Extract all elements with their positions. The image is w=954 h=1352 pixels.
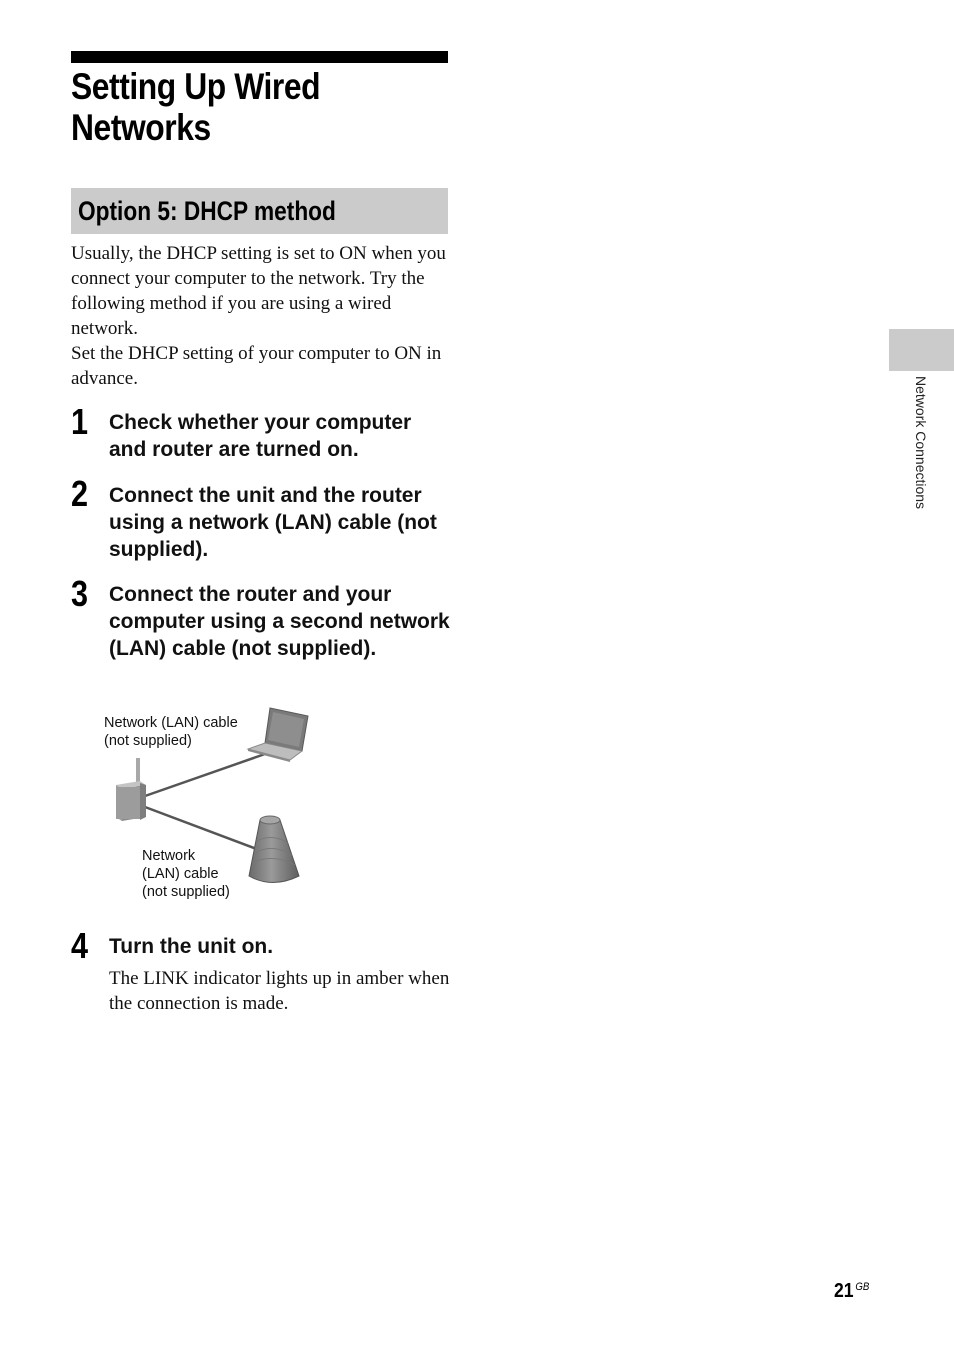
step-number: 4 [71, 925, 89, 966]
page-title-line-1: Setting Up Wired [71, 66, 321, 107]
intro-paragraph: Usually, the DHCP setting is set to ON w… [71, 243, 446, 339]
intro-text: Usually, the DHCP setting is set to ON w… [71, 241, 451, 391]
speaker-unit-icon [248, 815, 300, 883]
router-icon [116, 758, 146, 821]
cable-label-top: Network (LAN) cable (not supplied) [104, 714, 238, 750]
step-text: Connect the router and your computer usi… [109, 583, 450, 660]
label-line: Network [142, 848, 196, 864]
network-diagram: Network (LAN) cable (not supplied) Netwo… [100, 703, 320, 908]
section-title: Option 5: DHCP method [78, 196, 336, 226]
cable-label-bottom: Network (LAN) cable (not supplied) [142, 847, 230, 901]
title-rule [71, 51, 448, 63]
side-tab-label: Network Connections [913, 376, 929, 510]
page-title-line-2: Networks [71, 107, 211, 148]
step-text: Turn the unit on. [109, 935, 274, 958]
label-line: (LAN) cable [142, 866, 219, 882]
step-number: 1 [71, 401, 89, 442]
page-number-value: 21 [834, 1280, 854, 1302]
step-number: 2 [71, 473, 89, 514]
page-number: 21 GB [834, 1280, 869, 1303]
laptop-icon [246, 707, 309, 762]
label-line: Network (LAN) cable [104, 715, 238, 731]
step-number: 3 [71, 573, 89, 614]
label-line: (not supplied) [142, 884, 230, 900]
page-title: Setting Up Wired Networks [71, 66, 398, 148]
step-description: The LINK indicator lights up in amber wh… [109, 968, 450, 1014]
label-line: (not supplied) [104, 733, 192, 749]
page-number-suffix: GB [855, 1281, 870, 1293]
section-side-tab [889, 329, 954, 371]
step-text: Connect the unit and the router using a … [109, 484, 437, 561]
lan-cable-laptop [144, 752, 266, 798]
section-header: Option 5: DHCP method [71, 188, 448, 234]
lan-cable-unit [144, 805, 263, 853]
step-text: Check whether your computer and router a… [109, 411, 412, 461]
intro-paragraph: Set the DHCP setting of your computer to… [71, 343, 442, 389]
